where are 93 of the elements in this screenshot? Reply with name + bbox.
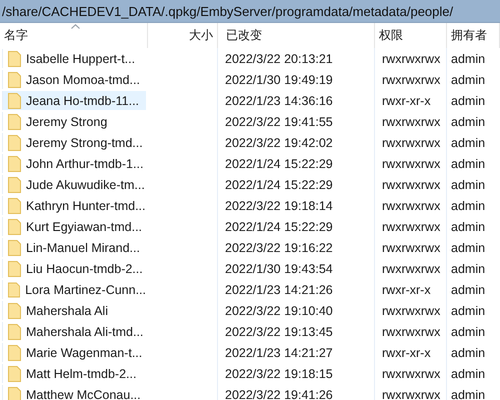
folder-icon xyxy=(8,366,21,382)
folder-icon xyxy=(8,134,21,150)
owner-cell: admin xyxy=(451,324,486,338)
permissions-cell: rwxrwxrwx xyxy=(382,136,440,150)
file-list-item[interactable]: Matthew McConau... xyxy=(2,385,146,400)
folder-icon xyxy=(8,156,21,172)
file-list-item[interactable]: Jude Akuwudike-tm... xyxy=(2,175,146,194)
permissions-cell: rwxrwxrwx xyxy=(382,388,440,400)
path-text: /share/CACHEDEV1_DATA/.qpkg/EmbyServer/programdata/metadata/people/ xyxy=(2,4,454,18)
file-list-item[interactable]: Jeana Ho-tmdb-11... xyxy=(2,91,146,110)
folder-icon xyxy=(8,240,21,256)
file-list-item[interactable]: Lin-Manuel Mirand... xyxy=(2,238,146,257)
owner-cell: admin xyxy=(451,282,486,296)
permissions-cell: rwxrwxrwx xyxy=(382,324,440,338)
date-cell: 2022/1/24 15:22:29 xyxy=(225,220,333,234)
file-list-item[interactable]: John Arthur-tmdb-1... xyxy=(2,154,146,173)
permissions-cell: rwxrwxrwx xyxy=(382,72,440,86)
permissions-cell: rwxrwxrwx xyxy=(382,262,440,276)
owner-cell: admin xyxy=(451,366,486,380)
file-list-item[interactable]: Jason Momoa-tmd... xyxy=(2,70,146,89)
date-cell: 2022/1/23 14:21:27 xyxy=(225,346,333,360)
date-cell: 2022/1/24 15:22:29 xyxy=(225,156,333,170)
file-list-item[interactable]: Matt Helm-tmdb-2... xyxy=(2,364,146,383)
folder-icon xyxy=(8,92,21,108)
folder-icon xyxy=(8,218,21,234)
file-list-item[interactable]: Kurt Egyiawan-tmd... xyxy=(2,217,146,236)
permissions-cell: rwxrwxrwx xyxy=(382,178,440,192)
date-cell: 2022/1/23 14:36:16 xyxy=(225,94,333,108)
owner-cell: admin xyxy=(451,178,486,192)
sort-caret-icon xyxy=(70,24,80,29)
owner-cell: admin xyxy=(451,156,486,170)
date-cell: 2022/3/22 19:41:26 xyxy=(225,388,333,400)
column-header[interactable]: 已改变 xyxy=(218,23,375,48)
date-cell: 2022/1/24 15:22:29 xyxy=(225,178,333,192)
date-cell: 2022/3/22 19:10:40 xyxy=(225,304,333,318)
permissions-cell: rwxrwxrwx xyxy=(382,156,440,170)
permissions-cell: rwxr-xr-x xyxy=(382,94,431,108)
column-header[interactable]: 权限 xyxy=(375,23,447,48)
permissions-cell: rwxr-xr-x xyxy=(382,282,431,296)
permissions-cell: rwxrwxrwx xyxy=(382,220,440,234)
owner-cell: admin xyxy=(451,346,486,360)
file-list-item[interactable]: Jeremy Strong-tmd... xyxy=(2,133,146,152)
owner-cell: admin xyxy=(451,94,486,108)
date-cell: 2022/3/22 19:13:45 xyxy=(225,324,333,338)
file-list-item[interactable]: Mahershala Ali xyxy=(2,301,146,320)
column-header[interactable]: 拥有者 xyxy=(447,23,500,48)
folder-icon xyxy=(8,198,21,214)
folder-icon xyxy=(8,282,20,298)
permissions-cell: rwxrwxrwx xyxy=(382,52,440,66)
column-header[interactable]: 名字 xyxy=(0,23,148,48)
owner-cell: admin xyxy=(451,52,486,66)
file-list-item[interactable]: Marie Wagenman-t... xyxy=(2,343,146,362)
folder-icon xyxy=(8,72,21,88)
owner-cell: admin xyxy=(451,240,486,254)
owner-cell: admin xyxy=(451,304,486,318)
folder-icon xyxy=(8,324,21,340)
folder-icon xyxy=(8,386,21,400)
owner-cell: admin xyxy=(451,114,486,128)
owner-cell: admin xyxy=(451,262,486,276)
date-cell: 2022/3/22 19:16:22 xyxy=(225,240,333,254)
date-cell: 2022/3/22 19:42:02 xyxy=(225,136,333,150)
path-bar[interactable]: /share/CACHEDEV1_DATA/.qpkg/EmbyServer/programdata/metadata/people/ xyxy=(0,0,500,23)
file-list-item[interactable]: Lora Martinez-Cunn... xyxy=(2,280,146,299)
file-list-item[interactable]: Kathryn Hunter-tmd... xyxy=(2,196,146,215)
date-cell: 2022/3/22 19:41:55 xyxy=(225,114,333,128)
owner-cell: admin xyxy=(451,198,486,212)
date-cell: 2022/1/30 19:43:54 xyxy=(225,262,333,276)
date-cell: 2022/3/22 19:18:15 xyxy=(225,366,333,380)
file-list-item[interactable]: Mahershala Ali-tmd... xyxy=(2,322,146,341)
owner-cell: admin xyxy=(451,220,486,234)
permissions-cell: rwxrwxrwx xyxy=(382,114,440,128)
folder-icon xyxy=(8,302,21,318)
owner-cell: admin xyxy=(451,388,486,400)
folder-icon xyxy=(8,114,21,130)
file-list-item[interactable]: Liu Haocun-tmdb-2... xyxy=(2,259,146,278)
folder-icon xyxy=(8,50,21,66)
date-cell: 2022/3/22 20:13:21 xyxy=(225,52,333,66)
owner-cell: admin xyxy=(451,72,486,86)
folder-icon xyxy=(8,176,21,192)
permissions-cell: rwxrwxrwx xyxy=(382,366,440,380)
column-header[interactable]: 大小 xyxy=(148,23,218,48)
file-list-item[interactable]: Isabelle Huppert-t... xyxy=(2,49,146,68)
date-cell: 2022/1/30 19:49:19 xyxy=(225,72,333,86)
permissions-cell: rwxr-xr-x xyxy=(382,346,431,360)
date-cell: 2022/3/22 19:18:14 xyxy=(225,198,333,212)
permissions-cell: rwxrwxrwx xyxy=(382,304,440,318)
folder-icon xyxy=(8,260,21,276)
file-list-item[interactable]: Jeremy Strong xyxy=(2,112,146,131)
permissions-cell: rwxrwxrwx xyxy=(382,198,440,212)
owner-cell: admin xyxy=(451,136,486,150)
date-cell: 2022/1/23 14:21:26 xyxy=(225,282,333,296)
folder-icon xyxy=(8,344,21,360)
permissions-cell: rwxrwxrwx xyxy=(382,240,440,254)
